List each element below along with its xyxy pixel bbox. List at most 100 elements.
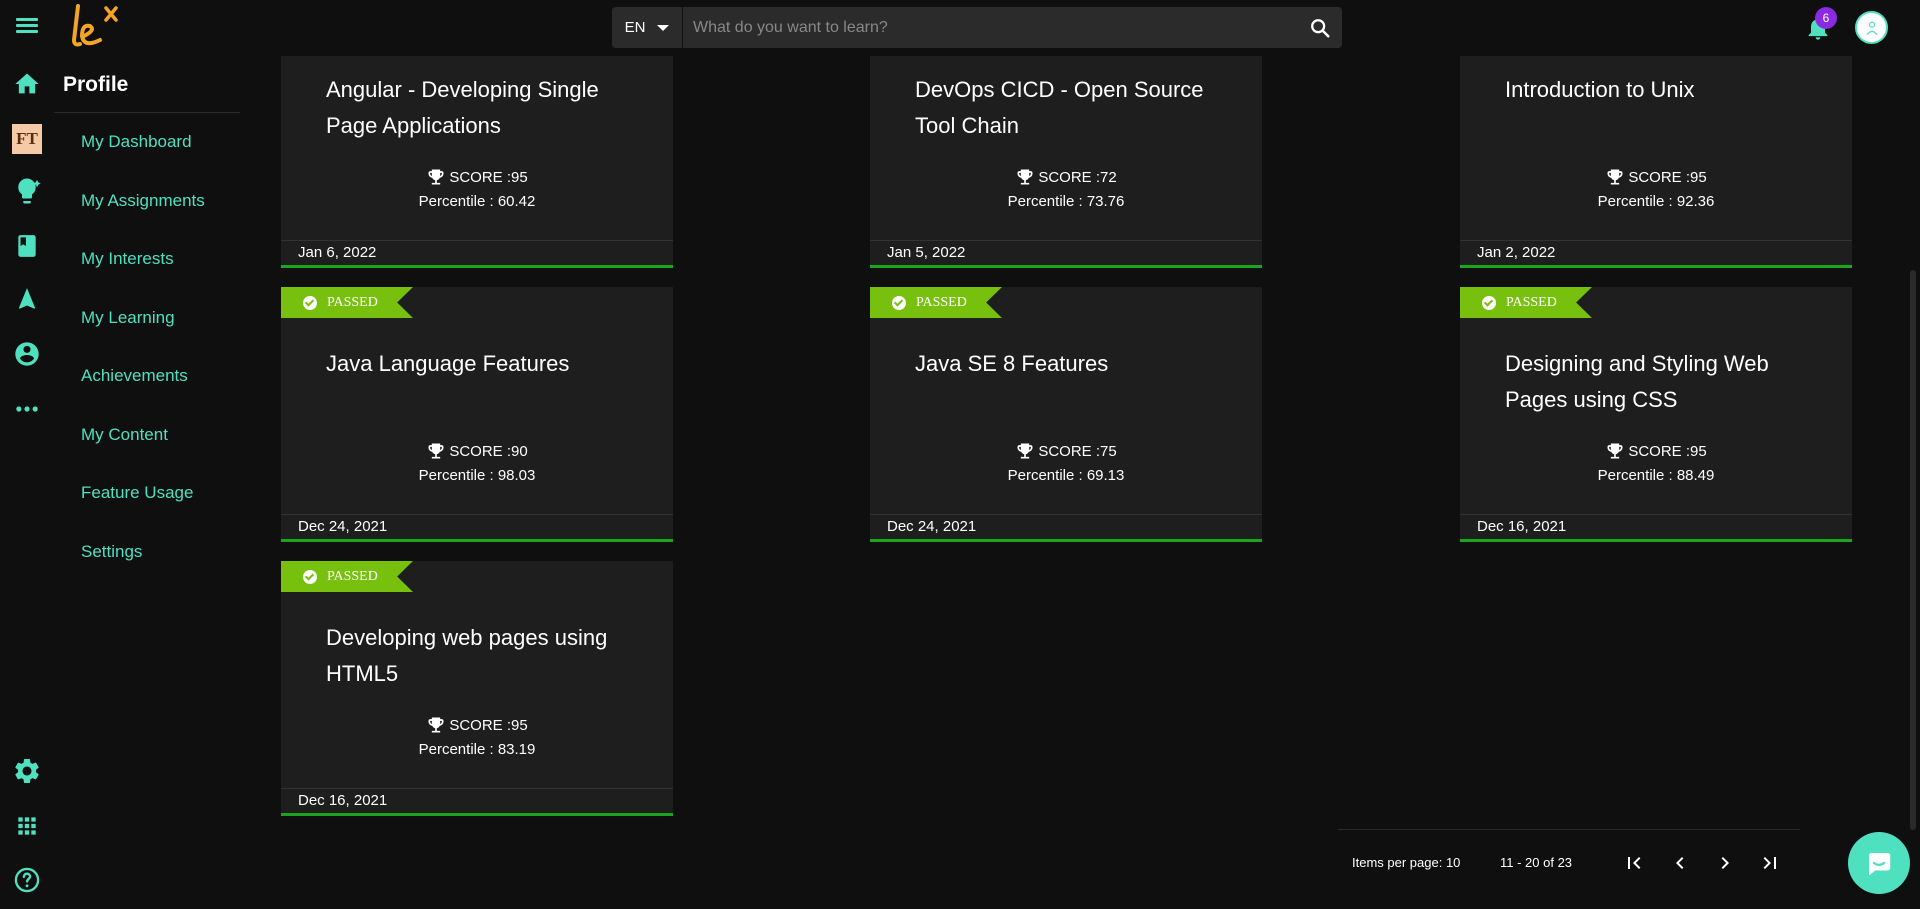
card-date: Dec 24, 2021	[281, 514, 673, 539]
card-date: Dec 16, 2021	[281, 788, 673, 813]
card-score: SCORE :95	[281, 715, 673, 735]
passed-label: PASSED	[327, 568, 378, 584]
last-page-icon[interactable]	[1755, 848, 1785, 878]
score-text: SCORE :95	[1628, 168, 1707, 186]
menu-item-my-interests[interactable]: My Interests	[81, 249, 174, 269]
check-circle-icon	[303, 569, 317, 584]
card-percentile: Percentile : 69.13	[1007, 467, 1125, 484]
menu-item-my-assignments[interactable]: My Assignments	[81, 191, 205, 211]
page-range: 11 - 20 of 23	[1500, 855, 1573, 870]
card-date: Dec 24, 2021	[870, 514, 1262, 539]
menu-item-settings[interactable]: Settings	[81, 542, 142, 562]
initials-text: FT	[12, 124, 42, 154]
scrollbar[interactable]	[1910, 270, 1916, 830]
passed-ribbon: PASSED	[281, 287, 413, 318]
more-horiz-icon[interactable]	[12, 394, 42, 424]
menu-item-achievements[interactable]: Achievements	[81, 366, 188, 386]
app-logo[interactable]	[70, 2, 132, 52]
passed-label: PASSED	[916, 294, 967, 310]
card-date: Jan 5, 2022	[870, 240, 1262, 265]
settings-icon[interactable]	[12, 756, 42, 786]
trophy-icon	[1017, 169, 1033, 185]
card-score: SCORE :95	[281, 167, 673, 187]
trophy-icon	[1607, 443, 1623, 459]
card-date: Jan 6, 2022	[281, 240, 673, 265]
account-circle-icon[interactable]	[12, 339, 42, 369]
trophy-icon	[1607, 169, 1623, 185]
score-text: SCORE :95	[1628, 442, 1707, 460]
passed-ribbon: PASSED	[870, 287, 1002, 318]
card-percentile: Percentile : 98.03	[418, 467, 536, 484]
card-title: Developing web pages using HTML5	[326, 625, 608, 686]
profile-menu: Profile My Dashboard My Assignments My I…	[54, 56, 240, 909]
next-page-icon[interactable]	[1710, 848, 1740, 878]
lightbulb-icon[interactable]	[12, 176, 42, 206]
menu-item-my-content[interactable]: My Content	[81, 425, 168, 445]
search-bar: EN	[612, 7, 1342, 48]
apps-icon[interactable]	[12, 811, 42, 841]
first-page-icon[interactable]	[1619, 848, 1649, 878]
card-title: Introduction to Unix	[1505, 77, 1695, 102]
previous-page-icon[interactable]	[1665, 848, 1695, 878]
navigation-icon[interactable]	[12, 284, 42, 314]
chat-icon[interactable]	[1848, 832, 1910, 894]
achievement-card[interactable]: Angular - Developing Single Page Applica…	[281, 56, 673, 268]
card-score: SCORE :75	[870, 441, 1262, 461]
check-circle-icon	[303, 295, 317, 310]
achievement-card[interactable]: PASSED Developing web pages using HTML5 …	[281, 561, 673, 816]
user-avatar[interactable]	[1855, 11, 1888, 44]
menu-item-my-dashboard[interactable]: My Dashboard	[81, 132, 192, 152]
trophy-icon	[428, 717, 444, 733]
card-date: Dec 16, 2021	[1460, 514, 1852, 539]
items-per-page[interactable]: Items per page: 10	[1352, 855, 1460, 870]
card-percentile: Percentile : 60.42	[418, 193, 536, 210]
hamburger-menu-icon[interactable]	[14, 15, 40, 39]
card-title: DevOps CICD - Open Source Tool Chain	[915, 77, 1204, 138]
search-input[interactable]	[683, 7, 1298, 48]
card-percentile: Percentile : 92.36	[1597, 193, 1715, 210]
user-initials-badge[interactable]: FT	[12, 124, 42, 154]
caret-down-icon	[657, 24, 670, 31]
achievement-card[interactable]: PASSED Java Language Features SCORE :90 …	[281, 287, 673, 542]
score-text: SCORE :90	[449, 442, 528, 460]
card-date: Jan 2, 2022	[1460, 240, 1852, 265]
achievement-card[interactable]: PASSED Java SE 8 Features SCORE :75 Perc…	[870, 287, 1262, 542]
trophy-icon	[428, 443, 444, 459]
left-rail: FT	[0, 56, 54, 909]
card-title: Designing and Styling Web Pages using CS…	[1505, 351, 1769, 412]
home-icon[interactable]	[12, 69, 42, 99]
achievement-card[interactable]: Introduction to Unix SCORE :95 Percentil…	[1460, 56, 1852, 268]
language-select[interactable]: EN	[612, 7, 683, 48]
search-icon[interactable]	[1298, 7, 1342, 48]
card-percentile: Percentile : 88.49	[1597, 467, 1715, 484]
check-circle-icon	[1482, 295, 1496, 310]
top-bar: EN 6	[0, 0, 1920, 56]
card-title: Java Language Features	[326, 351, 570, 376]
passed-label: PASSED	[327, 294, 378, 310]
passed-ribbon: PASSED	[1460, 287, 1592, 318]
menu-item-feature-usage[interactable]: Feature Usage	[81, 483, 193, 503]
check-circle-icon	[892, 295, 906, 310]
pagination-divider	[1338, 829, 1800, 830]
card-percentile: Percentile : 83.19	[418, 741, 536, 758]
achievement-card[interactable]: DevOps CICD - Open Source Tool Chain SCO…	[870, 56, 1262, 268]
menu-item-my-learning[interactable]: My Learning	[81, 308, 175, 328]
profile-title: Profile	[63, 73, 129, 96]
trophy-icon	[1017, 443, 1033, 459]
help-icon[interactable]	[12, 865, 42, 895]
language-value: EN	[624, 19, 646, 36]
card-title: Angular - Developing Single Page Applica…	[326, 77, 599, 138]
card-score: SCORE :72	[870, 167, 1262, 187]
card-percentile: Percentile : 73.76	[1007, 193, 1125, 210]
score-text: SCORE :72	[1038, 168, 1117, 186]
score-text: SCORE :95	[449, 716, 528, 734]
card-title: Java SE 8 Features	[915, 351, 1109, 376]
trophy-icon	[428, 169, 444, 185]
achievement-card[interactable]: PASSED Designing and Styling Web Pages u…	[1460, 287, 1852, 542]
score-text: SCORE :75	[1038, 442, 1117, 460]
divider	[54, 112, 240, 113]
score-text: SCORE :95	[449, 168, 528, 186]
card-score: SCORE :95	[1460, 167, 1852, 187]
book-icon[interactable]	[12, 231, 42, 261]
card-score: SCORE :90	[281, 441, 673, 461]
